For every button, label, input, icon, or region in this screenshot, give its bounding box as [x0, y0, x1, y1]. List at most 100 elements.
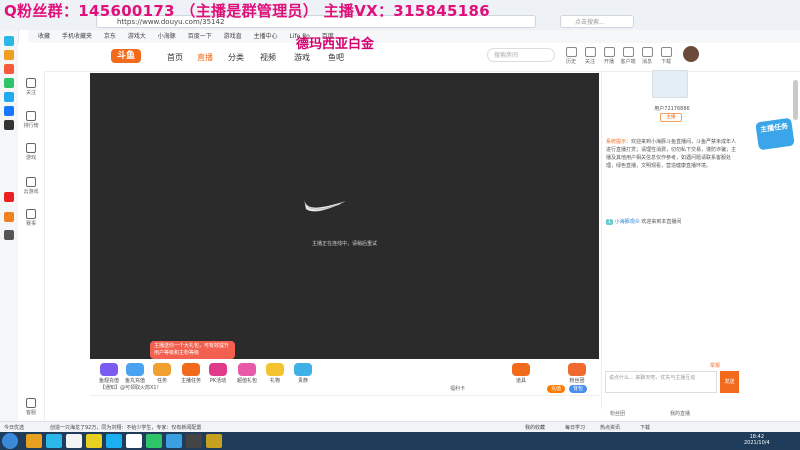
mail-icon — [641, 47, 653, 57]
browser-search-box[interactable]: 点击搜索... — [560, 15, 634, 28]
statusbar-item[interactable]: 每日学习 — [565, 424, 585, 431]
chat-text: 欢迎来到本直播间 — [641, 219, 682, 225]
sidebar-item-follow[interactable]: 关注 — [18, 78, 44, 96]
headset-icon — [26, 398, 36, 408]
anchor-avatar[interactable] — [652, 70, 688, 98]
app-icon[interactable] — [4, 212, 14, 222]
chat-panel — [601, 73, 742, 409]
statusbar-item[interactable]: 热点资讯 — [600, 424, 620, 431]
anchor-name[interactable]: 用户72176886 — [652, 105, 692, 112]
toolbar-item[interactable]: 礼物 — [264, 363, 286, 384]
anchor-task-badge[interactable]: 主播任务 — [755, 117, 795, 151]
app-icon[interactable] — [106, 434, 122, 448]
history-button[interactable]: 历史 — [562, 47, 580, 65]
trophy-icon — [26, 209, 36, 219]
bookmark-item[interactable]: 京东 — [104, 30, 116, 43]
user-avatar[interactable] — [683, 46, 699, 62]
statusbar-item[interactable]: 下载 — [640, 424, 650, 431]
recharge-button[interactable]: 充值 — [547, 385, 565, 393]
douyu-logo[interactable]: 斗鱼 — [111, 49, 141, 63]
nav-live[interactable]: 直播 — [197, 52, 213, 63]
app-icon[interactable] — [4, 50, 14, 60]
fanclub-tab[interactable]: 粉丝团 — [610, 410, 625, 417]
app-icon[interactable] — [186, 434, 202, 448]
welfare-card-label[interactable]: 福利卡 — [450, 385, 465, 392]
nav-games[interactable]: 游戏 — [294, 52, 310, 63]
fanclub-icon — [568, 363, 586, 376]
notice-text[interactable]: 【通知】@可领取火箭X1！ — [100, 384, 162, 391]
bookmark-item[interactable]: 小海豚 — [158, 30, 176, 43]
download-icon — [660, 47, 672, 57]
app-icon[interactable] — [146, 434, 162, 448]
promo-popup[interactable]: 主播送你一个大礼包，可有效提升用户等级和主粉等级 — [150, 341, 235, 359]
anchor-task-icon — [182, 363, 200, 376]
app-icon[interactable] — [166, 434, 182, 448]
app-icon[interactable] — [4, 230, 14, 240]
sidebar-item-cloud-games[interactable]: 云游戏 — [18, 177, 44, 195]
app-icon[interactable] — [126, 434, 142, 448]
app-icon[interactable] — [4, 192, 14, 202]
bookmark-item[interactable]: 主播中心 — [254, 30, 278, 43]
toolbar-item[interactable]: 主播任务 — [180, 363, 202, 384]
statusbar-item[interactable]: 我的收藏 — [525, 424, 545, 431]
anchor-rank-badge: 主播 — [660, 113, 682, 122]
nav-category[interactable]: 分类 — [228, 52, 244, 63]
bookmarks-bar: 收藏 手机收藏夹 京东 游戏大 小海豚 百度一下 游戏直 主播中心 Life R… — [28, 30, 800, 44]
chrome-icon[interactable] — [66, 434, 82, 448]
toolbar-item[interactable]: 超值礼包 — [236, 363, 258, 384]
toolbar-item[interactable]: 粉丝团 — [566, 363, 588, 384]
bookmark-item[interactable]: 收藏 — [38, 30, 50, 43]
messages-button[interactable]: 消息 — [638, 47, 656, 65]
bookmark-item[interactable]: 游戏大 — [128, 30, 146, 43]
nav-fishbar[interactable]: 鱼吧 — [328, 52, 344, 63]
follow-button[interactable]: 关注 — [581, 47, 599, 65]
rank-icon — [26, 111, 36, 121]
app-icon[interactable] — [4, 92, 14, 102]
toolbar-item[interactable]: 鱼翅充值 — [98, 363, 120, 384]
go-live-button[interactable]: 开播 — [600, 47, 618, 65]
heart-icon — [26, 78, 36, 88]
bookmark-item[interactable]: 游戏直 — [224, 30, 242, 43]
app-icon[interactable] — [86, 434, 102, 448]
app-icon[interactable] — [4, 36, 14, 46]
send-button[interactable]: 发送 — [720, 371, 739, 393]
nav-video[interactable]: 视频 — [260, 52, 276, 63]
toolbar-item[interactable]: 贵族 — [292, 363, 314, 384]
chat-username[interactable]: 小海豚观众 — [615, 219, 640, 225]
backpack-button[interactable]: 背包 — [569, 385, 587, 393]
report-link[interactable]: 举报 — [710, 362, 720, 369]
my-live-tab[interactable]: 我的直播 — [670, 410, 690, 417]
toolbar-item[interactable]: 任务 — [151, 363, 173, 384]
sidebar-item-rank[interactable]: 排行榜 — [18, 111, 44, 129]
toolbar-item[interactable]: PK活动 — [207, 363, 229, 384]
site-search-input[interactable]: 搜索房间 — [487, 48, 555, 62]
nav-home[interactable]: 首页 — [167, 52, 183, 63]
player-status-message: 主播正在连线中，请稍后重试 — [311, 241, 377, 247]
toolbar-item[interactable]: 道具 — [510, 363, 532, 384]
browser-icon[interactable] — [46, 434, 62, 448]
statusbar-left[interactable]: 今日优选 — [4, 424, 24, 431]
prop-icon — [512, 363, 530, 376]
gift-icon — [266, 363, 284, 376]
download-button[interactable]: 下载 — [657, 47, 675, 65]
pk-icon — [209, 363, 227, 376]
bookmark-item[interactable]: 百度一下 — [188, 30, 212, 43]
chat-input[interactable]: 说点什么... 来聊天吧，优先与主播互动 — [605, 371, 717, 393]
app-icon[interactable] — [4, 120, 14, 130]
toolbar-item[interactable]: 鱼丸充值 — [124, 363, 146, 384]
explorer-icon[interactable] — [26, 434, 42, 448]
system-clock[interactable]: 18:42 2021/10/4 — [744, 434, 770, 446]
start-button[interactable] — [2, 433, 18, 449]
statusbar-news[interactable]: 创造一只海龙了92万，同为刘翔：不给少学生，专家：仅有新闻配置 — [50, 424, 201, 431]
app-icon[interactable] — [4, 78, 14, 88]
app-icon[interactable] — [4, 106, 14, 116]
app-icon[interactable] — [4, 64, 14, 74]
bookmark-item[interactable]: 手机收藏夹 — [62, 30, 92, 43]
client-button[interactable]: 客户端 — [619, 47, 637, 65]
app-icon[interactable] — [206, 434, 222, 448]
scrollbar[interactable] — [793, 80, 798, 120]
sidebar-item-service[interactable]: 客服 — [18, 398, 44, 416]
sidebar-item-events[interactable]: 赛事 — [18, 209, 44, 227]
chat-message: 1 小海豚观众 欢迎来到本直播间 — [606, 218, 738, 225]
sidebar-item-games[interactable]: 游戏 — [18, 143, 44, 161]
